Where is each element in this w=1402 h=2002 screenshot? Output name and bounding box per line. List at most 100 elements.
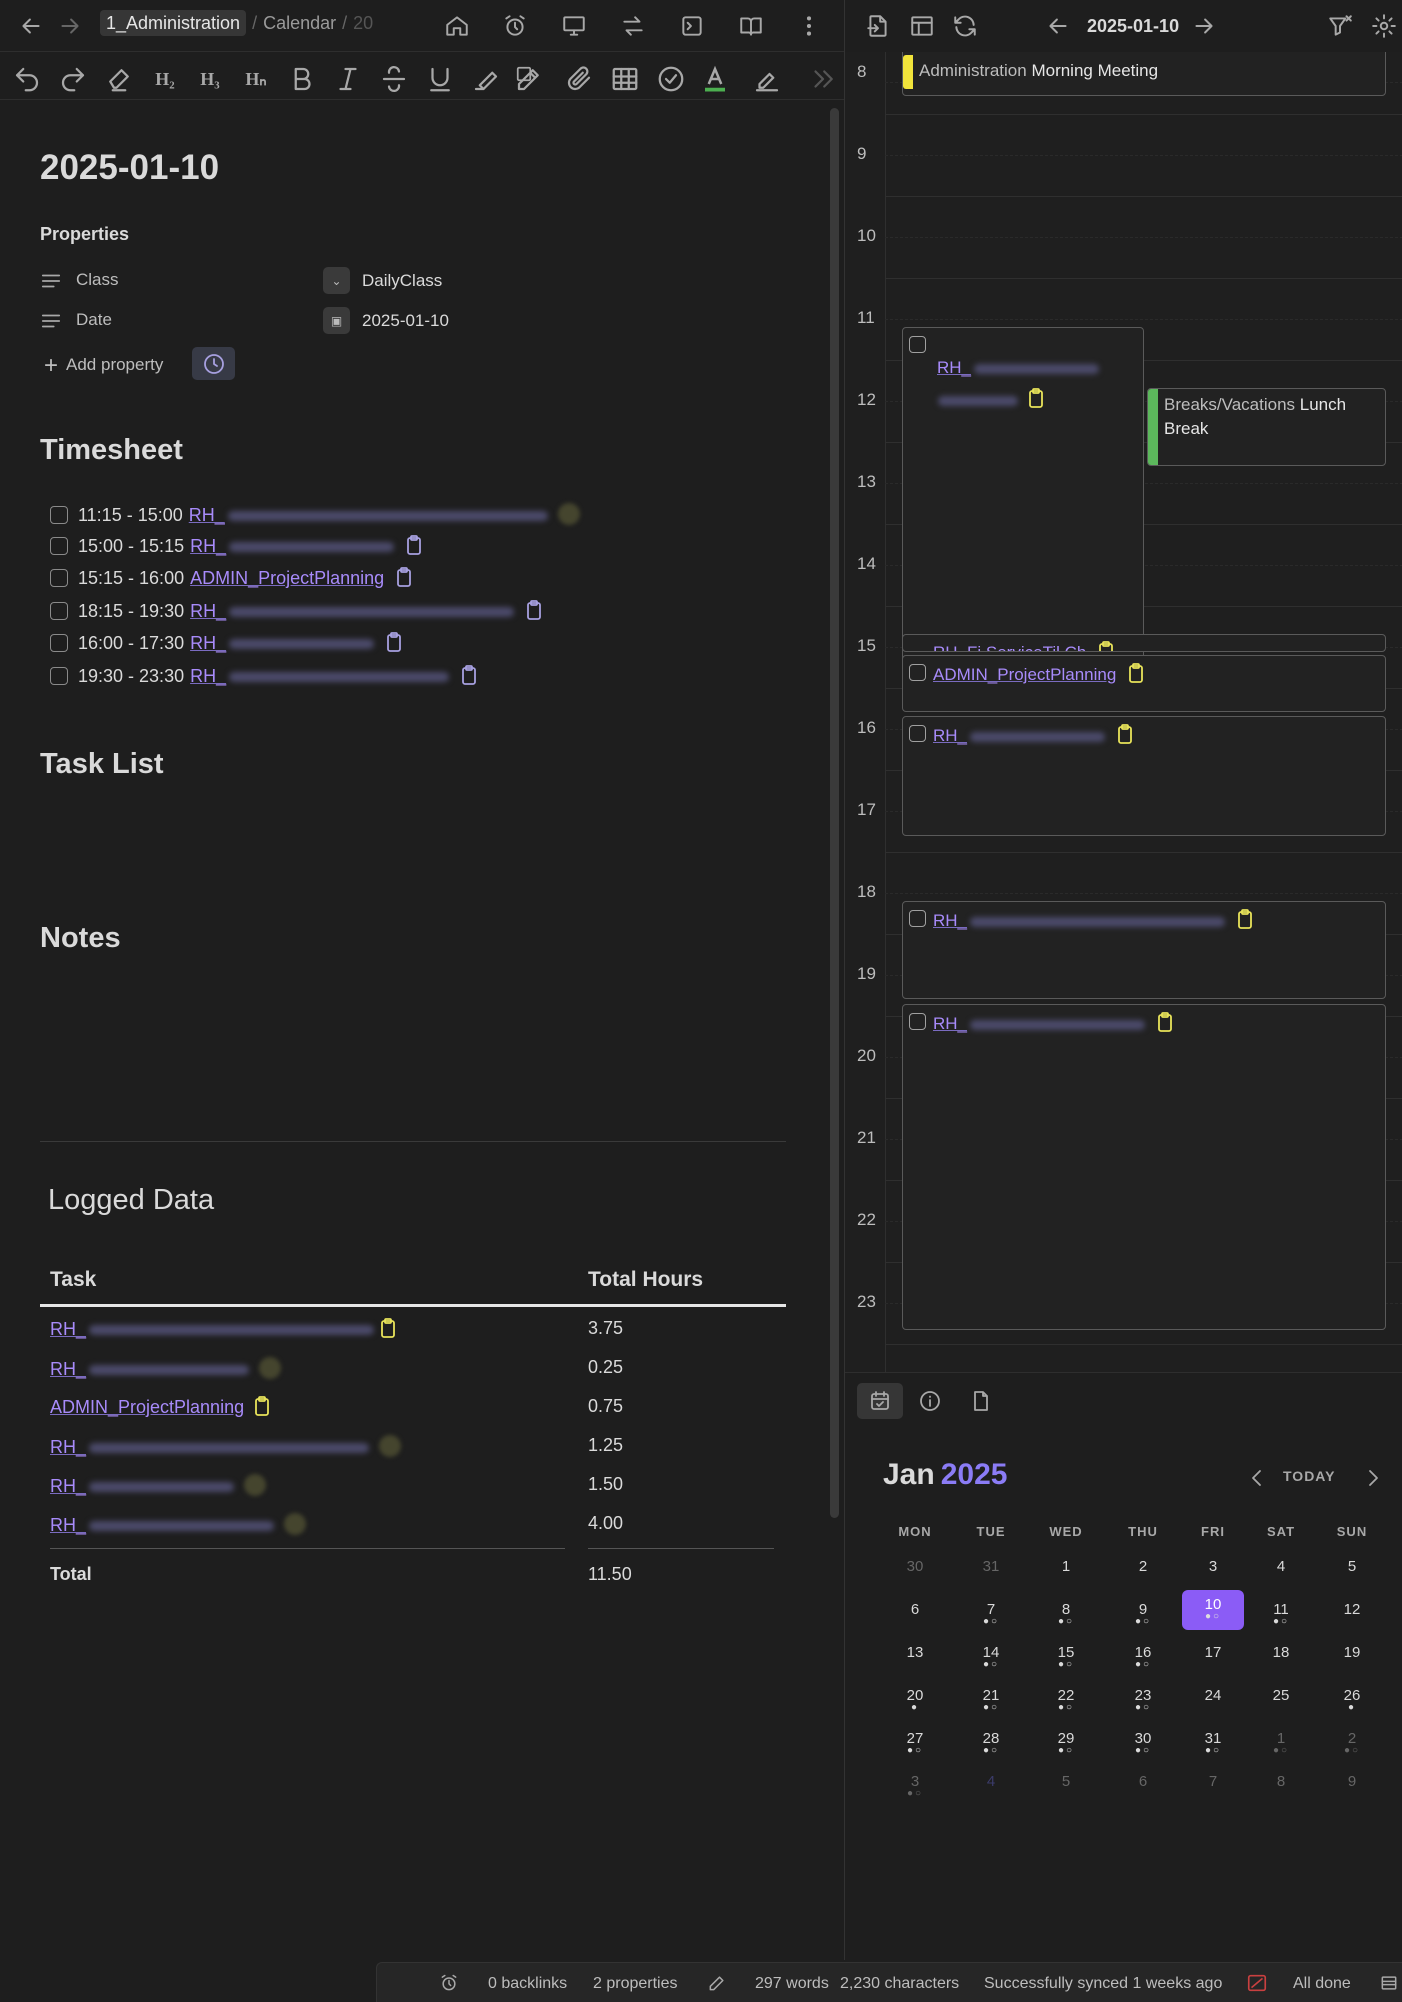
clipboard-icon[interactable] [1098, 641, 1114, 651]
layout-icon[interactable] [909, 13, 935, 39]
layers-icon[interactable] [1379, 1973, 1399, 1993]
breadcrumb-item-administration[interactable]: 1_Administration [100, 10, 247, 36]
calendar-check-icon[interactable] [857, 1383, 903, 1419]
calendar-day[interactable]: 9 ●○ [1112, 1595, 1174, 1635]
task-checkbox[interactable] [50, 667, 68, 685]
calendar-day[interactable]: 25 [1250, 1681, 1312, 1721]
calendar-day[interactable]: 13 [884, 1638, 946, 1678]
event-admin-project-planning[interactable]: ADMIN_ProjectPlanning [902, 655, 1386, 712]
calendar-day[interactable]: 19 [1321, 1638, 1383, 1678]
calendar-day[interactable]: 7 [1182, 1767, 1244, 1807]
filter-icon[interactable] [1327, 13, 1353, 39]
highlighter-icon[interactable] [471, 64, 501, 94]
next-month-icon[interactable] [1361, 1465, 1385, 1491]
eraser-icon[interactable] [104, 64, 134, 94]
calendar-day[interactable]: 8 ●○ [1035, 1595, 1097, 1635]
info-icon[interactable] [907, 1383, 953, 1419]
calendar-day[interactable]: 6 [1112, 1767, 1174, 1807]
task-link[interactable]: RH_ [189, 505, 225, 525]
breadcrumb-item-date[interactable]: 20 [353, 13, 373, 33]
calendar-day[interactable]: 8 [1250, 1767, 1312, 1807]
today-button[interactable]: TODAY [1283, 1468, 1335, 1484]
calendar-current-date[interactable]: 2025-01-10 [1087, 16, 1179, 37]
event-checkbox[interactable] [909, 336, 926, 353]
task-link[interactable]: RH_ [190, 666, 226, 686]
pencil-icon[interactable] [707, 1973, 727, 1993]
event-morning-meeting[interactable]: Administration Morning Meeting [902, 52, 1386, 96]
event-task-2[interactable]: RH_Fi ServiceTil Ch [902, 634, 1386, 652]
calendar-day[interactable]: 7 ●○ [960, 1595, 1022, 1635]
italic-icon[interactable] [333, 64, 363, 94]
calendar-day[interactable]: 1 ●○ [1250, 1724, 1312, 1764]
calendar-day[interactable]: 20 ● [884, 1681, 946, 1721]
calendar-day[interactable]: 5 [1035, 1767, 1097, 1807]
calendar-day[interactable]: 9 [1321, 1767, 1383, 1807]
back-arrow-icon[interactable] [18, 13, 44, 39]
calendar-day[interactable]: 23 ●○ [1112, 1681, 1174, 1721]
calendar-day[interactable]: 31 ●○ [1182, 1724, 1244, 1764]
page-title[interactable]: 2025-01-10 [40, 148, 219, 188]
calendar-day[interactable]: 15 ●○ [1035, 1638, 1097, 1678]
task-link[interactable]: RH_ [190, 633, 226, 653]
open-file-icon[interactable] [865, 13, 891, 39]
calendar-day[interactable]: 17 [1182, 1638, 1244, 1678]
task-checkbox[interactable] [50, 537, 68, 555]
calendar-day[interactable]: 3 [1182, 1552, 1244, 1592]
heading-3-icon[interactable]: H₃ [195, 64, 225, 94]
task-link[interactable]: RH_ [50, 1437, 86, 1457]
clipboard-icon[interactable] [396, 567, 412, 587]
property-value[interactable]: DailyClass [362, 271, 442, 291]
properties-heading[interactable]: Properties [40, 224, 129, 245]
task-link[interactable]: ADMIN_ProjectPlanning [50, 1397, 244, 1417]
clipboard-icon[interactable] [386, 632, 402, 652]
property-row-date[interactable]: Date ▣ 2025-01-10 [40, 305, 600, 335]
add-property-button[interactable]: + Add property [44, 352, 163, 380]
task-checkbox[interactable] [50, 602, 68, 620]
more-vertical-icon[interactable] [796, 13, 822, 39]
task-link[interactable]: RH_ [50, 1319, 86, 1339]
calendar-day[interactable]: 31 [960, 1552, 1022, 1592]
editor-scrollbar[interactable] [830, 108, 839, 1518]
calendar-day[interactable]: 6 [884, 1595, 946, 1635]
calendar-day[interactable]: 22 ●○ [1035, 1681, 1097, 1721]
event-lunch-break[interactable]: Breaks/Vacations Lunch Break [1147, 388, 1386, 466]
text-color-icon[interactable] [700, 64, 730, 94]
calendar-day[interactable]: 1 [1035, 1552, 1097, 1592]
clipboard-icon[interactable] [1117, 724, 1133, 744]
event-checkbox[interactable] [909, 725, 926, 742]
calendar-day[interactable]: 26 ● [1321, 1681, 1383, 1721]
calendar-day[interactable]: 12 [1321, 1595, 1383, 1635]
double-chevron-right-icon[interactable] [808, 64, 838, 94]
clipboard-icon[interactable] [461, 665, 477, 685]
alarm-clock-icon[interactable] [439, 1973, 459, 1993]
calendar-day[interactable]: 30 [884, 1552, 946, 1592]
task-link[interactable]: RH_ [50, 1476, 86, 1496]
table-icon[interactable] [610, 64, 640, 94]
property-row-class[interactable]: Class ⌄ DailyClass [40, 265, 600, 295]
calendar-day-selected[interactable]: 10 ●○ [1182, 1590, 1244, 1630]
task-link[interactable]: ADMIN_ProjectPlanning [190, 568, 384, 588]
breadcrumb-item-calendar[interactable]: Calendar [263, 13, 336, 33]
terminal-icon[interactable] [679, 13, 705, 39]
heading-2-icon[interactable]: H₂ [150, 64, 180, 94]
alarm-clock-icon[interactable] [502, 13, 528, 39]
clipboard-icon[interactable] [380, 1318, 396, 1338]
refresh-icon[interactable] [952, 13, 978, 39]
calendar-day[interactable]: 4 [960, 1767, 1022, 1807]
monitor-icon[interactable] [561, 13, 587, 39]
task-link[interactable]: RH_ [50, 1515, 86, 1535]
previous-month-icon[interactable] [1245, 1465, 1269, 1491]
clipboard-icon[interactable] [406, 535, 422, 555]
highlight-color-icon[interactable] [752, 64, 782, 94]
file-icon[interactable] [958, 1383, 1004, 1419]
clipboard-icon[interactable] [1237, 909, 1253, 929]
event-task-4[interactable]: RH_ [902, 901, 1386, 999]
day-timeline[interactable]: 8 9 10 11 12 13 14 15 16 17 18 19 20 21 … [845, 52, 1402, 1372]
task-checkbox[interactable] [50, 569, 68, 587]
home-icon[interactable] [444, 13, 470, 39]
heading-n-icon[interactable]: Hₙ [238, 64, 274, 94]
strikethrough-icon[interactable] [379, 64, 409, 94]
forward-arrow-icon[interactable] [57, 13, 83, 39]
properties-count[interactable]: 2 properties [593, 1975, 678, 1993]
calendar-day[interactable]: 11 ●○ [1250, 1595, 1312, 1635]
